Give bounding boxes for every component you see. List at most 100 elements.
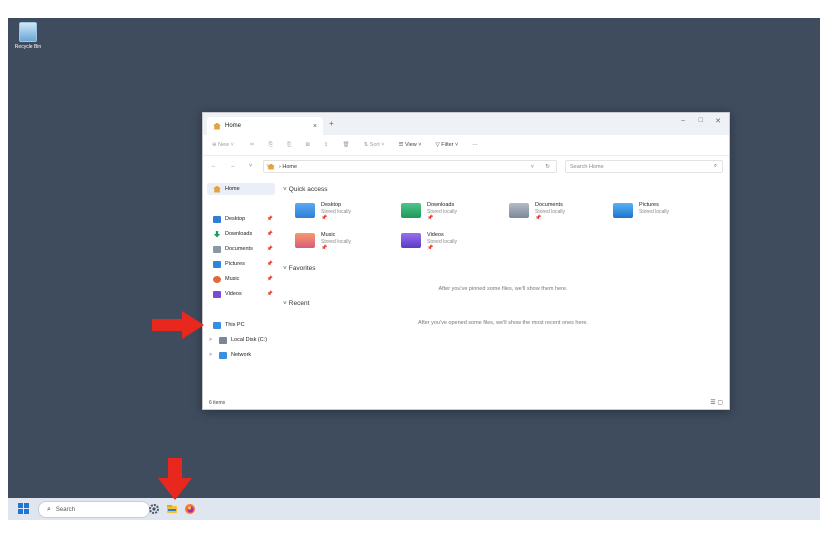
screen: Recycle Bin Home × + – □ ✕ ⊕ New ˅ ✂ ⎘ ⎗… — [0, 0, 828, 520]
pin-icon: 📌 — [266, 231, 273, 237]
item-subtitle: Stored locally — [639, 209, 670, 215]
pin-icon: 📌 — [321, 215, 328, 221]
copy-icon[interactable]: ⎘ — [269, 142, 273, 149]
quick-access-videos[interactable]: Videos Stored locally 📌 — [401, 231, 511, 255]
sidebar-item-label: Videos — [225, 291, 242, 297]
share-icon[interactable]: ⇪ — [324, 142, 329, 148]
sidebar-item-label: Home — [225, 186, 240, 192]
cut-icon[interactable]: ✂ — [250, 142, 255, 148]
delete-icon[interactable]: 🗑 — [343, 142, 350, 148]
sidebar-item-label: This PC — [225, 322, 245, 328]
drive-icon — [219, 336, 227, 344]
download-icon — [213, 230, 221, 238]
maximize-button[interactable]: □ — [699, 117, 703, 124]
annotation-arrow-down — [158, 458, 192, 500]
new-button[interactable]: ⊕ New ˅ — [212, 142, 234, 148]
quick-access-documents[interactable]: Documents Stored locally 📌 — [509, 201, 619, 225]
file-explorer-window: Home × + – □ ✕ ⊕ New ˅ ✂ ⎘ ⎗ ⊠ ⇪ 🗑 ⇅ Sor… — [202, 112, 730, 410]
sidebar-item-music[interactable]: Music 📌 — [207, 273, 275, 285]
tab-close-button[interactable]: × — [313, 123, 317, 130]
sidebar-item-home[interactable]: Home — [207, 183, 275, 195]
more-options-button[interactable]: ··· — [472, 142, 478, 148]
taskbar-search-placeholder: Search — [55, 506, 75, 513]
pin-icon: 📌 — [266, 216, 273, 222]
sidebar-item-this-pc[interactable]: This PC — [207, 319, 275, 331]
chevron-right-icon[interactable]: > — [209, 337, 212, 343]
item-name: Desktop — [321, 202, 342, 208]
favorites-empty-message: After you've pinned some files, we'll sh… — [438, 286, 568, 292]
sidebar-item-pictures[interactable]: Pictures 📌 — [207, 258, 275, 270]
pin-icon: 📌 — [321, 245, 328, 251]
recycle-bin-icon — [19, 22, 37, 42]
view-toggle[interactable]: ☰ ▢ — [710, 399, 723, 406]
firefox-icon[interactable] — [184, 503, 196, 515]
minimize-button[interactable]: – — [681, 117, 685, 124]
section-title: Quick access — [288, 186, 328, 193]
paste-icon[interactable]: ⎗ — [287, 142, 291, 149]
chevron-down-icon: ˅ — [283, 186, 287, 193]
sidebar-item-label: Downloads — [225, 231, 253, 237]
pictures-folder-icon — [613, 203, 633, 218]
status-bar: 6 items ☰ ▢ — [203, 397, 729, 409]
search-input[interactable]: Search Home ⌕ — [565, 160, 723, 173]
sidebar-item-downloads[interactable]: Downloads 📌 — [207, 228, 275, 240]
network-icon — [219, 351, 227, 359]
pin-icon: 📌 — [427, 245, 434, 251]
section-title: Recent — [288, 300, 310, 307]
close-button[interactable]: ✕ — [715, 117, 721, 125]
new-tab-button[interactable]: + — [329, 119, 334, 128]
annotation-arrow-right — [152, 311, 204, 339]
documents-folder-icon — [509, 203, 529, 218]
pictures-icon — [213, 260, 221, 268]
sort-button[interactable]: ⇅ Sort ˅ — [364, 142, 385, 148]
start-button[interactable] — [18, 503, 30, 515]
address-bar[interactable]: › Home ˅ ↻ — [263, 160, 557, 173]
sidebar-item-videos[interactable]: Videos 📌 — [207, 288, 275, 300]
title-bar: Home × + – □ ✕ — [203, 113, 729, 135]
favorites-header[interactable]: ˅ Favorites — [283, 265, 316, 272]
chevron-down-icon[interactable]: ˅ — [531, 164, 534, 170]
settings-gear-icon[interactable] — [148, 503, 160, 515]
sidebar-item-label: Pictures — [225, 261, 245, 267]
music-folder-icon — [295, 233, 315, 248]
home-icon — [267, 163, 275, 170]
file-explorer-taskbar-icon[interactable] — [166, 503, 178, 515]
sidebar-item-label: Local Disk (C:) — [231, 337, 268, 343]
home-icon — [213, 122, 221, 130]
filter-button[interactable]: ▽ Filter ˅ — [436, 142, 459, 148]
quick-access-desktop[interactable]: Desktop Stored locally 📌 — [295, 201, 405, 225]
navigation-pane: Home Desktop 📌 Downloads 📌 Documents 📌 P… — [203, 179, 277, 393]
recent-header[interactable]: ˅ Recent — [283, 300, 309, 307]
command-bar: ⊕ New ˅ ✂ ⎘ ⎗ ⊠ ⇪ 🗑 ⇅ Sort ˅ ☰ View ˅ ▽ … — [203, 135, 729, 156]
rename-icon[interactable]: ⊠ — [305, 142, 310, 148]
chevron-down-icon: ˅ — [283, 300, 287, 307]
sidebar-item-local-disk[interactable]: > Local Disk (C:) — [207, 334, 275, 346]
downloads-folder-icon — [401, 203, 421, 218]
chevron-right-icon[interactable]: > — [209, 352, 212, 358]
content-pane: ˅ Quick access Desktop Stored locally 📌 D… — [279, 179, 727, 393]
pin-icon: 📌 — [427, 215, 434, 221]
recycle-bin[interactable]: Recycle Bin — [10, 22, 46, 50]
quick-access-music[interactable]: Music Stored locally 📌 — [295, 231, 405, 255]
address-bar-row: ← → ˅ ↑ › Home ˅ ↻ Search Home ⌕ — [203, 156, 729, 176]
search-icon: ⌕ — [713, 163, 717, 169]
address-path: › Home — [279, 163, 298, 170]
refresh-icon[interactable]: ↻ — [545, 164, 550, 170]
taskbar-search-input[interactable]: ⌕ Search — [38, 501, 150, 518]
view-button[interactable]: ☰ View ˅ — [398, 142, 421, 148]
sidebar-item-desktop[interactable]: Desktop 📌 — [207, 213, 275, 225]
quick-access-pictures[interactable]: Pictures Stored locally — [613, 201, 723, 225]
tab-home[interactable]: Home × — [207, 117, 323, 135]
item-name: Downloads — [427, 202, 455, 208]
quick-access-header[interactable]: ˅ Quick access — [283, 186, 327, 193]
tab-title: Home — [225, 123, 242, 129]
quick-access-downloads[interactable]: Downloads Stored locally 📌 — [401, 201, 511, 225]
sidebar-item-network[interactable]: > Network — [207, 349, 275, 361]
search-placeholder: Search Home — [570, 163, 604, 170]
chevron-down-icon: ˅ — [283, 265, 287, 272]
sidebar-item-label: Documents — [225, 246, 253, 252]
sidebar-item-documents[interactable]: Documents 📌 — [207, 243, 275, 255]
item-count: 6 items — [209, 400, 226, 406]
sidebar-item-label: Desktop — [225, 216, 246, 222]
pin-icon: 📌 — [535, 215, 542, 221]
